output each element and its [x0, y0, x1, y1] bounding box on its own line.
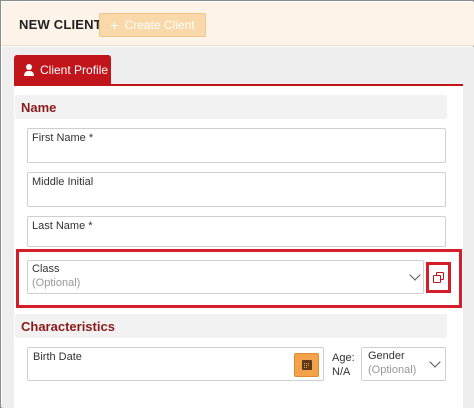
- chevron-down-icon: [409, 269, 421, 281]
- class-placeholder: (Optional): [32, 277, 81, 289]
- middle-initial-label: Middle Initial: [32, 176, 94, 188]
- age-label: Age:: [332, 352, 355, 364]
- create-client-label: Create Client: [124, 18, 195, 32]
- section-header-characteristics: Characteristics: [15, 314, 447, 338]
- gender-label: Gender: [368, 350, 405, 362]
- age-value: N/A: [332, 366, 351, 378]
- first-name-field[interactable]: First Name *: [27, 128, 446, 163]
- birth-date-field[interactable]: Birth Date: [27, 347, 324, 381]
- gender-placeholder: (Optional): [368, 364, 417, 376]
- page-header: NEW CLIENT + Create Client: [2, 2, 474, 46]
- chevron-down-icon: [429, 356, 441, 368]
- tab-client-profile[interactable]: Client Profile: [14, 55, 111, 84]
- popout-window-icon: [433, 272, 444, 283]
- birth-date-label: Birth Date: [33, 351, 82, 363]
- calendar-icon: [301, 360, 312, 370]
- class-select[interactable]: Class (Optional): [27, 260, 424, 294]
- section-title-name: Name: [21, 99, 57, 115]
- first-name-label: First Name *: [32, 132, 94, 144]
- calendar-button[interactable]: [294, 353, 319, 377]
- middle-initial-field[interactable]: Middle Initial: [27, 172, 446, 207]
- last-name-label: Last Name *: [32, 220, 93, 232]
- plus-icon: +: [110, 17, 119, 33]
- last-name-field[interactable]: Last Name *: [27, 216, 446, 247]
- section-header-name: Name: [15, 95, 447, 119]
- app-window: NEW CLIENT + Create Client Client Profil…: [0, 0, 474, 408]
- tab-client-profile-label: Client Profile: [40, 62, 109, 77]
- class-lookup-button[interactable]: [426, 262, 451, 293]
- gender-select[interactable]: Gender (Optional): [361, 347, 446, 381]
- class-label: Class: [32, 263, 60, 275]
- create-client-button[interactable]: + Create Client: [99, 13, 206, 37]
- age-display: Age: N/A: [332, 351, 355, 379]
- section-title-characteristics: Characteristics: [21, 318, 115, 334]
- person-icon: [24, 63, 34, 76]
- page-title: NEW CLIENT: [19, 17, 102, 32]
